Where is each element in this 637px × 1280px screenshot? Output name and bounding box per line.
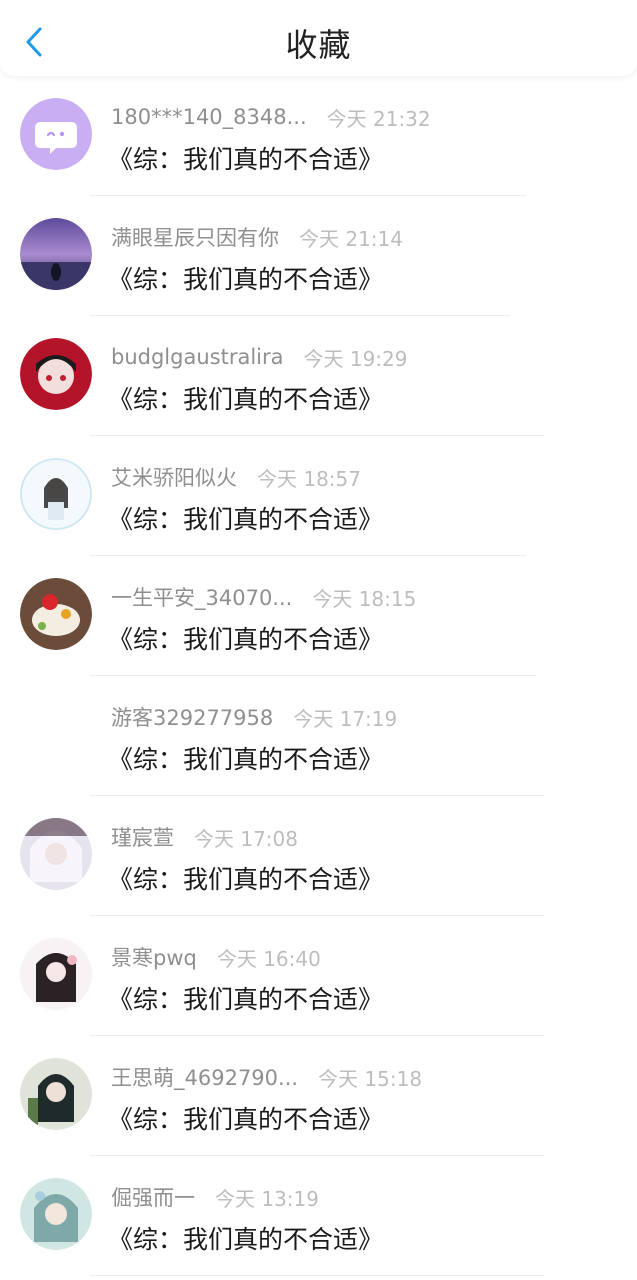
list-item[interactable]: 王思萌_4692790... 今天 15:18 《综：我们真的不合适》 — [0, 1036, 637, 1156]
avatar-image — [20, 818, 92, 890]
avatar[interactable] — [20, 818, 92, 890]
username[interactable]: 一生平安_34070... — [111, 582, 292, 612]
timestamp: 今天 13:19 — [215, 1186, 319, 1211]
book-title[interactable]: 《综：我们真的不合适》 — [108, 620, 383, 656]
timestamp: 今天 21:14 — [299, 226, 403, 251]
avatar-image — [20, 218, 92, 290]
username[interactable]: budglgaustralira — [111, 345, 284, 369]
avatar-image — [20, 1058, 92, 1130]
book-title[interactable]: 《综：我们真的不合适》 — [108, 740, 383, 776]
avatar-image — [20, 938, 92, 1010]
list-item[interactable]: 倔强而一 今天 13:19 《综：我们真的不合适》 — [0, 1156, 637, 1276]
avatar[interactable] — [20, 338, 92, 410]
list-item[interactable]: 一生平安_34070... 今天 18:15 《综：我们真的不合适》 — [0, 556, 637, 676]
avatar-image — [20, 1178, 92, 1250]
avatar[interactable] — [20, 458, 92, 530]
book-title[interactable]: 《综：我们真的不合适》 — [108, 500, 383, 536]
avatar[interactable] — [20, 1058, 92, 1130]
book-title[interactable]: 《综：我们真的不合适》 — [108, 140, 383, 176]
book-title[interactable]: 《综：我们真的不合适》 — [108, 1220, 383, 1256]
username[interactable]: 景寒pwq — [111, 942, 197, 972]
page-title: 收藏 — [285, 26, 352, 64]
book-title[interactable]: 《综：我们真的不合适》 — [108, 980, 383, 1016]
favorites-list: 180***140_8348... 今天 21:32 《综：我们真的不合适》 满… — [0, 76, 637, 1276]
top-bar: 收藏 — [0, 0, 637, 76]
list-item[interactable]: 游客329277958 今天 17:19 《综：我们真的不合适》 — [0, 676, 637, 796]
avatar-image — [20, 338, 92, 410]
list-item[interactable]: 艾米骄阳似火 今天 18:57 《综：我们真的不合适》 — [0, 436, 637, 556]
list-item[interactable]: budglgaustralira 今天 19:29 《综：我们真的不合适》 — [0, 316, 637, 436]
avatar-image — [20, 578, 92, 650]
username[interactable]: 游客329277958 — [111, 702, 273, 732]
timestamp: 今天 19:29 — [303, 346, 408, 371]
avatar[interactable] — [20, 578, 92, 650]
list-item[interactable]: 景寒pwq 今天 16:40 《综：我们真的不合适》 — [0, 916, 637, 1036]
avatar[interactable] — [20, 938, 92, 1010]
avatar[interactable] — [20, 98, 92, 170]
username[interactable]: 180***140_8348... — [111, 105, 307, 129]
list-item[interactable]: 180***140_8348... 今天 21:32 《综：我们真的不合适》 — [0, 76, 637, 196]
username[interactable]: 艾米骄阳似火 — [111, 462, 237, 492]
book-title[interactable]: 《综：我们真的不合适》 — [108, 860, 383, 896]
list-item[interactable]: 满眼星辰只因有你 今天 21:14 《综：我们真的不合适》 — [0, 196, 637, 316]
divider — [90, 1275, 544, 1276]
timestamp: 今天 18:15 — [312, 586, 417, 611]
list-item[interactable]: 瑾宸萱 今天 17:08 《综：我们真的不合适》 — [0, 796, 637, 916]
avatar-image — [20, 458, 92, 530]
timestamp: 今天 18:57 — [257, 466, 361, 491]
username[interactable]: 瑾宸萱 — [111, 822, 174, 852]
book-title[interactable]: 《综：我们真的不合适》 — [108, 260, 383, 296]
username[interactable]: 倔强而一 — [111, 1182, 195, 1212]
username[interactable]: 满眼星辰只因有你 — [111, 222, 279, 252]
book-title[interactable]: 《综：我们真的不合适》 — [108, 1100, 383, 1136]
timestamp: 今天 21:32 — [326, 106, 431, 131]
timestamp: 今天 17:19 — [293, 706, 398, 731]
timestamp: 今天 15:18 — [318, 1066, 423, 1091]
timestamp: 今天 16:40 — [216, 946, 321, 971]
timestamp: 今天 17:08 — [194, 826, 298, 851]
username[interactable]: 王思萌_4692790... — [111, 1062, 298, 1092]
book-title[interactable]: 《综：我们真的不合适》 — [108, 380, 383, 416]
avatar[interactable] — [20, 1178, 92, 1250]
chat-bubble-icon — [20, 98, 92, 170]
avatar[interactable] — [20, 218, 92, 290]
